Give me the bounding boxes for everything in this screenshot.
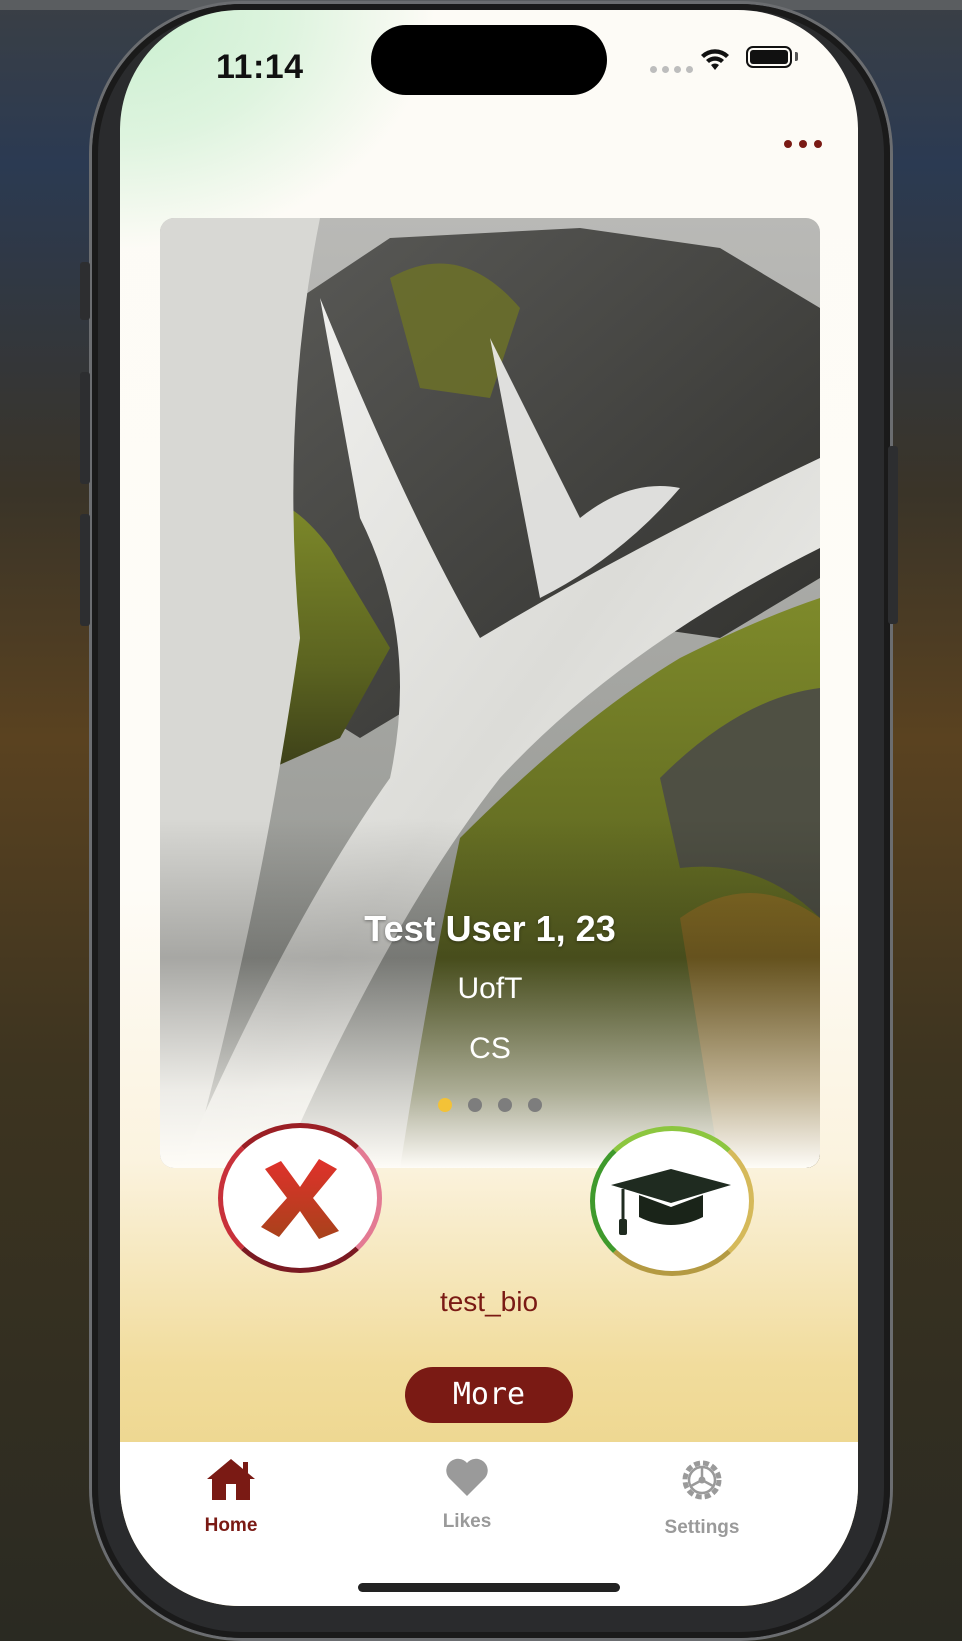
like-button[interactable] [590, 1126, 754, 1276]
photo-page-indicator[interactable] [160, 1098, 820, 1112]
profile-name-age: Test User 1, 23 [364, 908, 616, 949]
x-icon [261, 1159, 339, 1239]
page-dot[interactable] [438, 1098, 452, 1112]
power-button [888, 446, 898, 624]
profile-school: UofT [457, 972, 523, 1005]
page-dot[interactable] [468, 1098, 482, 1112]
wifi-icon [701, 49, 729, 70]
page-dot[interactable] [528, 1098, 542, 1112]
tab-likes[interactable]: Likes [387, 1456, 547, 1533]
volume-up-button [80, 372, 90, 484]
dynamic-island [371, 25, 607, 95]
tab-home-label: Home [204, 1515, 258, 1536]
more-options-button[interactable] [780, 136, 826, 152]
status-time: 11:14 [216, 48, 304, 86]
home-indicator[interactable] [358, 1583, 620, 1592]
tab-likes-label: Likes [442, 1511, 492, 1532]
gear-icon [682, 1460, 722, 1500]
house-icon [207, 1459, 255, 1500]
profile-bio: test_bio [439, 1286, 539, 1317]
page-dot[interactable] [498, 1098, 512, 1112]
profile-program: CS [469, 1032, 511, 1065]
tab-settings-label: Settings [664, 1517, 740, 1538]
cellular-signal-icon [650, 66, 693, 73]
graduation-cap-icon [611, 1169, 731, 1235]
heart-icon [446, 1458, 488, 1496]
battery-icon [746, 46, 792, 68]
mute-switch [80, 262, 90, 320]
tab-bar: Home Likes Settings [120, 1442, 858, 1606]
tab-settings[interactable]: Settings [622, 1456, 782, 1539]
phone-screen: 11:14 Test User 1, 23 UofT CS test_bio M… [120, 10, 858, 1606]
more-button[interactable]: More [405, 1367, 573, 1423]
volume-down-button [80, 514, 90, 626]
reject-button[interactable] [218, 1123, 382, 1273]
profile-card[interactable] [160, 218, 820, 1168]
tab-home[interactable]: Home [151, 1456, 311, 1537]
battery-tip [795, 52, 798, 61]
